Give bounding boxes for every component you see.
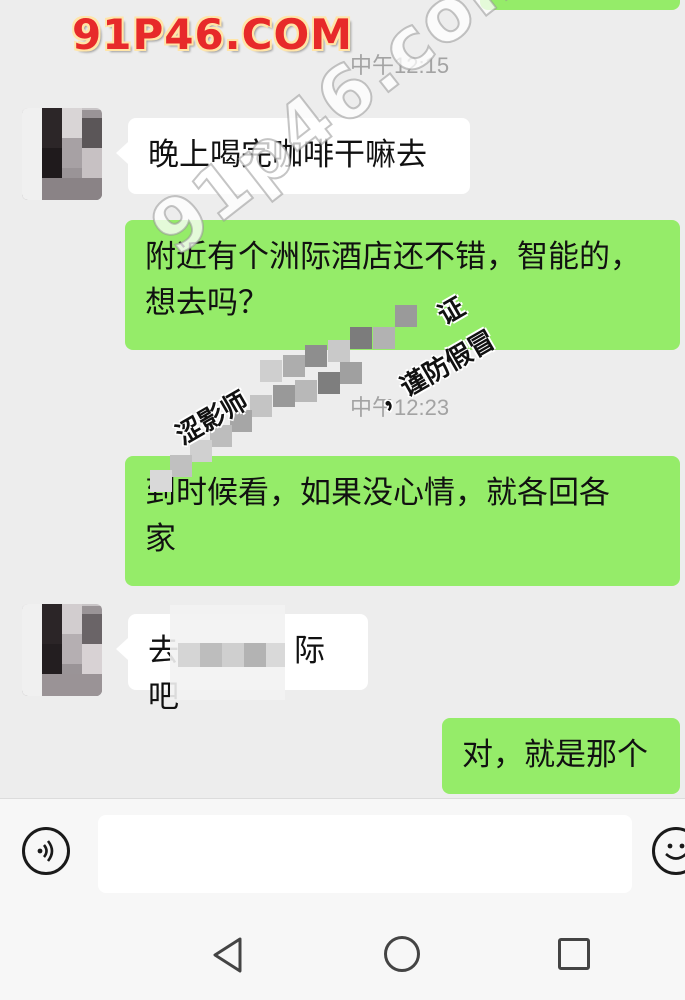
- message-input[interactable]: [98, 815, 632, 893]
- watermark-title: 91P46.COM: [72, 10, 353, 59]
- contact-avatar[interactable]: [22, 604, 102, 696]
- message-bubble-outgoing[interactable]: 对，就是那个: [442, 718, 680, 794]
- system-navigation-bar: [0, 900, 685, 1000]
- message-text-line: 家: [145, 521, 176, 557]
- voice-icon[interactable]: [22, 827, 70, 875]
- chat-area[interactable]: 中午12:15 晚上喝完咖啡干嘛去 附近有个洲际酒店还不错，智能的， 想去吗？ …: [0, 0, 685, 798]
- recent-apps-icon[interactable]: [558, 938, 590, 970]
- contact-avatar[interactable]: [22, 108, 102, 200]
- chat-input-bar: [0, 798, 685, 901]
- emoji-icon[interactable]: [652, 827, 685, 875]
- censor-mosaic: [170, 605, 285, 700]
- back-icon[interactable]: [210, 936, 246, 974]
- home-icon[interactable]: [384, 936, 420, 972]
- censor-mosaic: [150, 300, 470, 500]
- message-text: 对，就是那个: [462, 737, 648, 773]
